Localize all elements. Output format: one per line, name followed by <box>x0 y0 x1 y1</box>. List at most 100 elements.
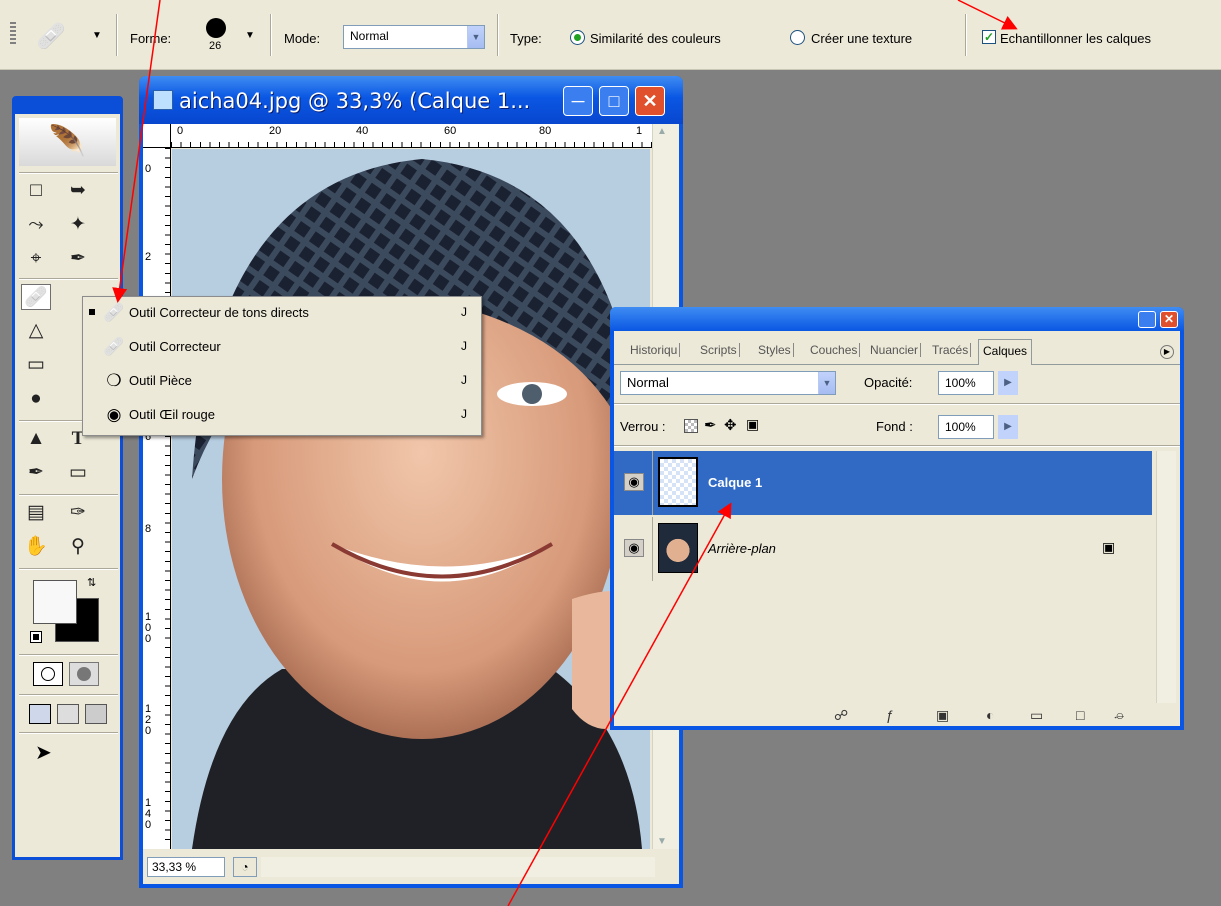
screen-mode-full-menu-button[interactable] <box>57 704 79 724</box>
link-layers-icon[interactable]: ☍ <box>834 707 848 724</box>
ruler-tick: 2 <box>145 251 152 263</box>
lock-label: Verrou : <box>620 419 666 434</box>
ruler-tick: 0 <box>177 125 184 137</box>
opacity-field[interactable]: 100% <box>938 371 994 395</box>
zoom-level-field[interactable]: 33,33 % <box>147 857 225 877</box>
slice-tool-icon[interactable]: ✒ <box>63 246 93 272</box>
adjustment-layer-icon[interactable]: ◐ <box>986 707 994 723</box>
layers-scrollbar[interactable] <box>1156 451 1176 703</box>
patch-icon: ❍ <box>106 371 122 390</box>
brush-preview[interactable] <box>206 18 226 38</box>
horizontal-ruler[interactable]: 0 20 40 60 80 1 <box>171 124 652 148</box>
tool-preset-dropdown-arrow[interactable]: ▼ <box>92 30 102 41</box>
menu-item-healing[interactable]: 🩹 Outil Correcteur J <box>83 331 481 365</box>
document-window: aicha04.jpg @ 33,3% (Calque 1... ─ □ ✕ 0… <box>139 76 683 888</box>
mode-select[interactable]: Normal ▼ <box>343 25 485 49</box>
notes-tool-icon[interactable]: ▤ <box>21 500 51 526</box>
tool-preset-icon[interactable]: 🩹 <box>36 22 66 51</box>
menu-item-red-eye[interactable]: ◉ Outil Œil rouge J <box>83 399 481 433</box>
trash-icon[interactable]: ⌮ <box>1114 707 1124 724</box>
tab-calques[interactable]: Calques <box>978 339 1033 365</box>
scroll-down-icon[interactable]: ▼ <box>657 836 667 847</box>
new-group-icon[interactable]: ▭ <box>1030 707 1043 724</box>
checkbox-echantillonner[interactable]: ✓ <box>982 30 996 44</box>
eye-icon[interactable]: ◉ <box>624 539 644 557</box>
magic-wand-tool-icon[interactable]: ✦ <box>63 212 93 238</box>
add-mask-icon[interactable]: ▣ <box>936 707 949 724</box>
move-tool-icon[interactable]: ➥ <box>63 178 93 204</box>
quick-mask-mode-button[interactable] <box>69 662 99 686</box>
jump-to-imageready-icon[interactable]: ➤ <box>35 740 52 765</box>
lasso-tool-icon[interactable]: ⤳ <box>21 212 51 238</box>
blur-tool-icon[interactable]: ● <box>21 386 51 412</box>
tab-couches[interactable]: Couches <box>810 343 861 357</box>
ruler-origin[interactable] <box>143 124 171 148</box>
zoom-tool-icon[interactable]: ⚲ <box>63 534 93 560</box>
lock-position-icon[interactable]: ✥ <box>724 416 737 434</box>
clone-stamp-tool-icon[interactable]: △ <box>21 318 51 344</box>
path-selection-tool-icon[interactable]: ▲ <box>21 426 51 452</box>
document-titlebar[interactable]: aicha04.jpg @ 33,3% (Calque 1... ─ □ ✕ <box>139 76 683 124</box>
panel-titlebar[interactable] <box>610 307 1184 331</box>
eyedropper-tool-icon[interactable]: ✑ <box>63 500 93 526</box>
radio-texture[interactable] <box>790 30 805 45</box>
panel-tabs: Historiqu Scripts Styles Couches Nuancie… <box>614 339 1180 365</box>
tab-scripts[interactable]: Scripts <box>700 343 740 357</box>
toolbar-grip[interactable] <box>10 22 16 46</box>
ruler-tick: 80 <box>539 125 552 137</box>
fill-field[interactable]: 100% <box>938 415 994 439</box>
layer-row-calque-1[interactable]: ◉ Calque 1 <box>614 451 1152 515</box>
standard-mode-button[interactable] <box>33 662 63 686</box>
new-layer-icon[interactable]: □ <box>1076 707 1084 723</box>
shape-tool-icon[interactable]: ▭ <box>63 460 93 486</box>
fill-slider-arrow-icon[interactable]: ▶ <box>998 415 1018 439</box>
panel-minimize-button[interactable] <box>1138 311 1156 328</box>
fill-value: 100% <box>945 420 976 434</box>
lock-transparency-icon[interactable] <box>684 419 698 433</box>
horizontal-scrollbar[interactable] <box>261 857 655 877</box>
marquee-tool-icon[interactable]: □ <box>21 178 51 204</box>
screen-mode-standard-button[interactable] <box>29 704 51 724</box>
layer-name[interactable]: Arrière-plan <box>708 541 776 556</box>
tab-nuancier[interactable]: Nuancier <box>870 343 922 357</box>
brush-dropdown-arrow[interactable]: ▼ <box>245 30 255 41</box>
tab-styles[interactable]: Styles <box>758 343 794 357</box>
tab-historique[interactable]: Historiqu <box>630 343 681 357</box>
scroll-up-icon[interactable]: ▲ <box>657 126 667 137</box>
zoom-level-value: 33,33 % <box>152 860 197 874</box>
portrait-photo <box>172 149 650 849</box>
layer-name[interactable]: Calque 1 <box>708 475 762 490</box>
layer-row-arriere-plan[interactable]: ◉ Arrière-plan ▣ <box>614 517 1152 581</box>
lock-image-icon[interactable]: ✒ <box>704 416 717 434</box>
separator <box>19 568 118 570</box>
layer-style-icon[interactable]: ƒ <box>886 707 894 723</box>
default-colors-icon[interactable] <box>30 631 42 643</box>
maximize-button[interactable]: □ <box>599 86 629 116</box>
menu-item-label: Outil Œil rouge <box>129 407 215 422</box>
close-button[interactable]: ✕ <box>635 86 665 116</box>
menu-item-spot-healing[interactable]: 🩹 Outil Correcteur de tons directs J <box>83 297 481 331</box>
tab-traces[interactable]: Tracés <box>932 343 972 357</box>
radio-similarite[interactable] <box>570 30 585 45</box>
image-canvas[interactable] <box>172 149 650 849</box>
crop-tool-icon[interactable]: ⌖ <box>21 246 51 272</box>
menu-item-patch[interactable]: ❍ Outil Pièce J <box>83 365 481 399</box>
pen-tool-icon[interactable]: ✒ <box>21 460 51 486</box>
healing-brush-tool-icon[interactable]: 🩹 <box>21 284 51 310</box>
screen-mode-full-button[interactable] <box>85 704 107 724</box>
opacity-slider-arrow-icon[interactable]: ▶ <box>998 371 1018 395</box>
eraser-tool-icon[interactable]: ▭ <box>21 352 51 378</box>
eye-icon[interactable]: ◉ <box>624 473 644 491</box>
foreground-color-swatch[interactable] <box>33 580 77 624</box>
minimize-button[interactable]: ─ <box>563 86 593 116</box>
panel-menu-icon[interactable]: ▶ <box>1160 345 1174 359</box>
swap-colors-icon[interactable]: ⇅ <box>87 576 96 589</box>
vertical-ruler[interactable]: 0 2 4 6 8 1 0 0 1 2 0 1 4 0 <box>143 148 171 849</box>
hand-tool-icon[interactable]: ✋ <box>21 534 51 560</box>
panel-close-button[interactable]: ✕ <box>1160 311 1178 328</box>
lock-all-icon[interactable]: ▣ <box>746 416 759 433</box>
layers-empty-area[interactable] <box>614 583 1152 701</box>
separator <box>965 14 967 56</box>
status-info-icon[interactable]: ◔ <box>233 857 257 877</box>
blend-mode-select[interactable]: Normal ▼ <box>620 371 836 395</box>
